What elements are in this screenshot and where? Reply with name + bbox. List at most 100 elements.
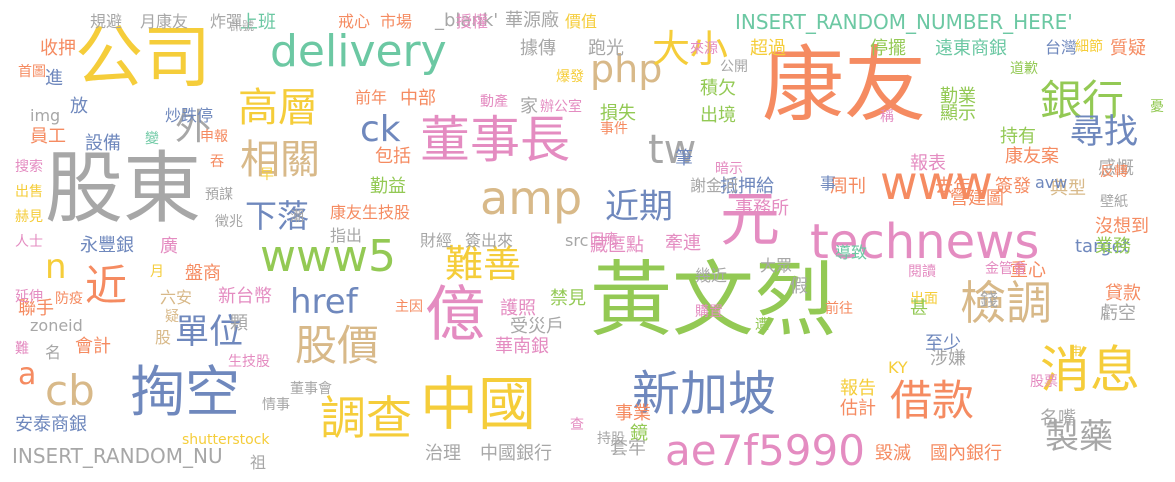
- cloud-word: 難善: [445, 242, 522, 286]
- cloud-word: 去年: [935, 176, 971, 197]
- cloud-word: 金管會: [985, 261, 1027, 277]
- cloud-word: 勤益: [370, 176, 406, 197]
- cloud-word: 報告: [840, 378, 876, 399]
- cloud-word: 假: [790, 276, 808, 297]
- cloud-word: 疑: [165, 309, 179, 325]
- cloud-word: 員工: [30, 126, 66, 147]
- cloud-word: 盤商: [185, 263, 221, 284]
- cloud-word: zoneid: [30, 316, 83, 335]
- cloud-word: 月康友: [140, 12, 189, 31]
- cloud-word: 國內銀行: [930, 443, 1002, 464]
- cloud-word: 壁紙: [1100, 194, 1128, 210]
- cloud-word: 公開: [720, 59, 748, 75]
- cloud-word: 前年: [355, 88, 388, 107]
- cloud-word: 出境: [700, 105, 736, 126]
- cloud-word: 細節: [1075, 39, 1103, 55]
- cloud-word: INSERT_RANDOM_NU: [12, 444, 223, 468]
- cloud-word: 華源廠: [505, 10, 559, 31]
- cloud-word: a: [18, 357, 37, 392]
- cloud-word: 吞: [210, 154, 224, 170]
- cloud-word: 搜索: [15, 159, 43, 175]
- cloud-word: 訊號: [230, 19, 255, 33]
- cloud-word: 暗示: [715, 161, 743, 177]
- cloud-word: 康友生技股: [330, 203, 411, 222]
- cloud-word: 來源: [690, 41, 718, 57]
- cloud-word: 受災戶: [510, 316, 564, 337]
- cloud-word: 業務: [1095, 236, 1131, 257]
- cloud-word: 授權: [456, 12, 489, 31]
- cloud-word: 前往: [825, 301, 853, 317]
- cloud-word: 戒心: [338, 12, 371, 31]
- cloud-word: 億: [425, 280, 485, 350]
- cloud-word: 延伸: [15, 289, 43, 305]
- cloud-word: 指出: [330, 226, 363, 245]
- cloud-word: 顯示: [940, 103, 976, 124]
- cloud-word: delivery: [270, 26, 447, 77]
- cloud-word: 申: [1070, 344, 1083, 358]
- cloud-word: avw: [1035, 173, 1068, 192]
- cloud-word: 事業: [615, 403, 651, 424]
- cloud-word: 事務所: [735, 198, 789, 219]
- cloud-word: 股: [155, 328, 172, 347]
- cloud-word: 閱讀: [908, 264, 936, 280]
- cloud-word: 爆發: [556, 69, 584, 85]
- cloud-word: 道歉: [1010, 61, 1038, 77]
- cloud-word: 報表: [910, 153, 946, 174]
- cloud-word: 市場: [380, 12, 413, 31]
- cloud-word: 股東: [45, 144, 202, 234]
- cloud-word: 家: [520, 96, 538, 117]
- cloud-word: 名嘴: [1040, 408, 1076, 429]
- cloud-word: 收押: [40, 38, 76, 59]
- cloud-word: 變: [145, 131, 159, 147]
- cloud-word: 徵兆: [215, 214, 243, 230]
- cloud-word: 憂: [1150, 99, 1164, 115]
- cloud-word: 防疫: [55, 291, 83, 307]
- cloud-word: 簽出來: [465, 231, 514, 250]
- cloud-word: 估計: [840, 398, 876, 419]
- cloud-word: 安泰商銀: [15, 414, 87, 435]
- cloud-word: href: [290, 282, 358, 322]
- cloud-word: www5: [260, 231, 396, 282]
- cloud-word: 謝金河: [690, 176, 739, 195]
- cloud-word: 尋找: [1070, 112, 1138, 152]
- cloud-word: 會計: [75, 336, 111, 357]
- cloud-word: 反轉: [1100, 164, 1128, 180]
- cloud-word: 相關: [240, 137, 320, 183]
- cloud-word: 回應: [590, 232, 618, 248]
- cloud-word: cb: [45, 366, 95, 415]
- cloud-word: 持有: [1000, 126, 1036, 147]
- cloud-word: 中國: [420, 370, 537, 438]
- cloud-word: 放: [70, 96, 88, 117]
- cloud-word: 董事會: [290, 381, 332, 397]
- cloud-word: 情事: [262, 397, 290, 413]
- cloud-word: 顆: [230, 313, 248, 334]
- cloud-word: 財經: [420, 231, 453, 250]
- cloud-word: 永豐銀: [80, 235, 134, 256]
- cloud-word: 包括: [375, 146, 411, 167]
- cloud-word: ae7f5990: [665, 426, 865, 475]
- cloud-word: 購置: [695, 304, 723, 320]
- cloud-word: 禁見: [550, 288, 586, 309]
- cloud-word: 沒想到: [1095, 216, 1149, 237]
- cloud-word: 簽發: [995, 176, 1031, 197]
- cloud-word: 辦公室: [540, 99, 582, 115]
- cloud-word: 新加坡: [632, 366, 777, 422]
- cloud-word: 規避: [90, 12, 123, 31]
- cloud-word: 預謀: [205, 187, 233, 203]
- cloud-word: 停擺: [870, 38, 906, 59]
- cloud-word: 積欠: [700, 78, 736, 99]
- cloud-word: 虧空: [1100, 303, 1136, 324]
- cloud-word: 檢調: [960, 276, 1052, 330]
- cloud-word: 董事長: [420, 111, 570, 169]
- cloud-word: 近期: [605, 187, 673, 227]
- cloud-word: 主因: [395, 299, 423, 315]
- cloud-word: 至少: [925, 333, 961, 354]
- cloud-word: 難: [15, 341, 29, 357]
- cloud-word: 早: [260, 167, 274, 183]
- cloud-word: 貸款: [1105, 283, 1141, 304]
- cloud-word: 新台幣: [218, 286, 272, 307]
- cloud-word: 跑光: [588, 38, 624, 59]
- cloud-word: 幾近: [695, 266, 728, 285]
- cloud-word: 毀滅: [875, 443, 911, 464]
- cloud-word: 遭: [755, 317, 769, 333]
